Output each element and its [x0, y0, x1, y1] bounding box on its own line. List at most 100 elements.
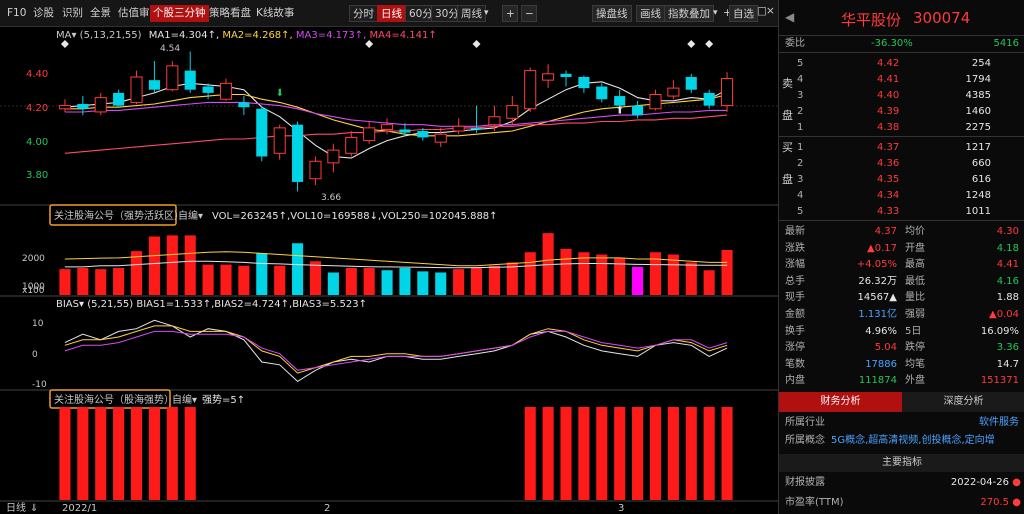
- concept-label: 所属概念: [785, 435, 825, 446]
- candle-body: [113, 92, 125, 106]
- ask-price: 4.40: [877, 90, 900, 101]
- ask-row[interactable]: 4 4.41 1794: [779, 72, 1024, 88]
- candle-body: [202, 86, 214, 93]
- vol-y-unit: x100: [22, 286, 45, 296]
- candle-body: [256, 108, 268, 157]
- draw-line-button[interactable]: 画线: [636, 5, 665, 22]
- prev-stock-icon[interactable]: ◀: [785, 10, 797, 24]
- close-icon[interactable]: ×: [763, 3, 778, 20]
- candle-body: [363, 127, 376, 142]
- tab-financial-analysis[interactable]: 财务分析: [779, 392, 902, 412]
- ask-row[interactable]: 1 4.38 2275: [779, 120, 1024, 136]
- quote-label-right: 均价: [905, 226, 925, 237]
- candle-body: [77, 104, 89, 109]
- volume-bar: [166, 235, 178, 295]
- volume-bar: [274, 265, 286, 295]
- quote-label-right: 5日: [905, 325, 922, 337]
- candle-body: [166, 65, 179, 91]
- kline-chart[interactable]: MA▾ (5,13,21,55) MA1=4.304↑, MA2=4.268↑,…: [0, 27, 778, 514]
- committee-label: 委比: [785, 38, 805, 49]
- index-overlay-dropdown-icon[interactable]: ▾: [710, 5, 721, 22]
- bias-y-label-neg10: -10: [32, 380, 47, 390]
- candle[interactable]: [524, 67, 537, 112]
- bottom-arrow-icon[interactable]: ⇓: [30, 503, 38, 514]
- bid-row[interactable]: 2 4.36 660: [779, 156, 1024, 172]
- volume-bar: [95, 269, 107, 295]
- bid-row[interactable]: 1 4.37 1217: [779, 140, 1024, 156]
- period-dropdown-icon[interactable]: ▾: [481, 5, 492, 22]
- ask-volume: 254: [971, 58, 991, 69]
- ask-row[interactable]: 3 4.40 4385: [779, 88, 1024, 104]
- volume-bar: [184, 235, 196, 295]
- diagnose-button[interactable]: 诊股: [30, 5, 57, 22]
- stock-header: ◀ 华平股份 300074: [779, 0, 1024, 36]
- volume-bar: [632, 266, 644, 295]
- kline-story-button[interactable]: K线故事: [253, 5, 297, 22]
- quote-value-right: 16.09%: [980, 325, 1019, 337]
- period-timeshare[interactable]: 分时: [349, 5, 378, 22]
- industry-value[interactable]: 软件服务: [979, 415, 1019, 431]
- ask-row[interactable]: 5 4.42 254: [779, 56, 1024, 72]
- bottom-period: 日线: [6, 501, 26, 514]
- quote-value-left: 4.96%: [865, 325, 897, 337]
- strength-bar: [59, 407, 71, 500]
- candle-body: [58, 105, 71, 110]
- bid-row[interactable]: 4 4.34 1248: [779, 188, 1024, 204]
- candle[interactable]: [166, 61, 179, 92]
- volume-bar: [59, 269, 71, 295]
- bid-row[interactable]: 5 4.33 1011: [779, 204, 1024, 220]
- operate-line-button[interactable]: 操盘线: [592, 5, 632, 22]
- f10-button[interactable]: F10: [4, 5, 29, 22]
- volume-bar: [113, 268, 125, 295]
- quote-row: 总手 26.32万 最低 4.16: [779, 274, 1024, 290]
- panorama-button[interactable]: 全景: [87, 5, 114, 22]
- quote-label-right: 强弱: [905, 309, 925, 320]
- candle[interactable]: [292, 121, 304, 192]
- strategy-button[interactable]: 策略看盘: [206, 5, 254, 22]
- candle-body: [273, 127, 286, 154]
- sell-signal-arrow-icon: ⬆: [616, 106, 624, 117]
- quote-value-right: 1.88: [996, 292, 1019, 304]
- ask-row[interactable]: 2 4.39 1460: [779, 104, 1024, 120]
- valuation-button[interactable]: 估值审: [115, 5, 153, 22]
- top-toolbar: F10 诊股 识别 全景 估值审 个股三分钟 策略看盘 K线故事 分时 日线 6…: [0, 0, 778, 27]
- bid-level: 4: [797, 190, 804, 201]
- candle[interactable]: [256, 105, 268, 162]
- stock-3min-button[interactable]: 个股三分钟: [150, 5, 209, 22]
- quote-label-right: 开盘: [905, 242, 925, 254]
- quote-label-left: 金额: [785, 309, 805, 320]
- ma-legend: MA▾ (5,13,21,55) MA1=4.304↑, MA2=4.268↑,…: [56, 30, 437, 41]
- quote-value-left: 5.04: [874, 342, 897, 354]
- stock-name: 华平股份: [841, 11, 902, 29]
- bid-volume: 1248: [965, 190, 991, 201]
- volume-bar: [560, 248, 572, 295]
- quote-value-left: ▲0.17: [867, 242, 897, 254]
- identify-button[interactable]: 识别: [59, 5, 86, 22]
- candle-body: [649, 93, 662, 110]
- quote-value-right: ▲0.04: [989, 309, 1019, 320]
- bid-price: 4.33: [877, 206, 900, 217]
- quote-value-right: 14.7: [996, 358, 1019, 370]
- index-overlay-button[interactable]: 指数叠加: [664, 5, 714, 22]
- volume-bar: [292, 243, 304, 295]
- date-label-feb: 2: [324, 503, 330, 514]
- period-daily[interactable]: 日线: [377, 5, 406, 22]
- zoom-in-button[interactable]: +: [502, 5, 518, 22]
- strength-mode-select[interactable]: 自编▾: [172, 393, 197, 406]
- bid-row[interactable]: 3 4.35 616: [779, 172, 1024, 188]
- low-price-label: 3.66: [321, 193, 341, 203]
- main-indicator-header[interactable]: 主要指标: [779, 454, 1024, 472]
- report-value: 2022-04-26: [950, 477, 1009, 488]
- tab-depth-analysis[interactable]: 深度分析: [902, 392, 1024, 412]
- ma2-value: MA2=4.268↑,: [222, 30, 292, 41]
- y-label-400: 4.00: [26, 137, 48, 148]
- chart-area: MA▾ (5,13,21,55) MA1=4.304↑, MA2=4.268↑,…: [0, 27, 778, 514]
- volume-mode-select[interactable]: 自编▾: [178, 209, 203, 222]
- ask-level: 1: [797, 122, 804, 133]
- strength-bar: [542, 407, 554, 500]
- zoom-out-button[interactable]: −: [521, 5, 537, 22]
- volume-bar: [77, 268, 89, 295]
- quote-value-right: 4.41: [996, 259, 1019, 271]
- candle[interactable]: [721, 72, 734, 112]
- concept-value[interactable]: 5G概念,超高清视频,创投概念,定向增: [831, 433, 1021, 449]
